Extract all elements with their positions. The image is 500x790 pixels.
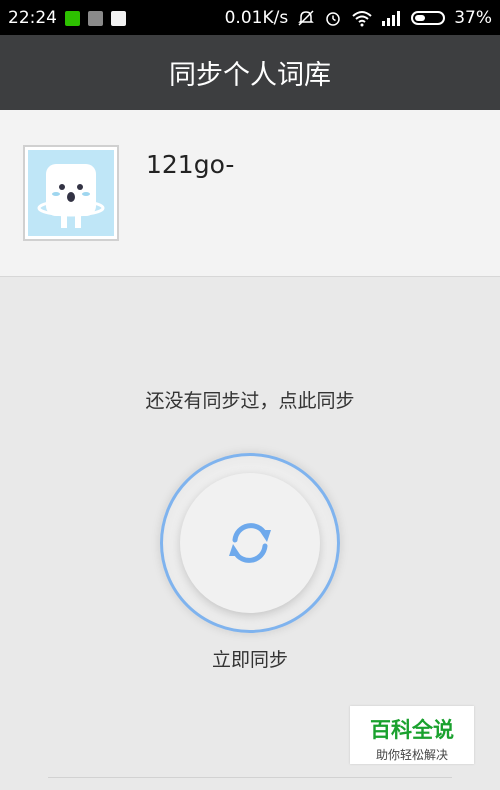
gallery-icon xyxy=(88,10,103,26)
network-speed: 0.01K/s xyxy=(224,8,289,28)
avatar-image xyxy=(28,150,114,236)
qq-icon xyxy=(111,10,126,26)
sync-button-inner[interactable] xyxy=(180,473,320,613)
status-left: 22:24 xyxy=(8,8,126,28)
wifi-icon xyxy=(352,11,372,27)
battery-percent: 37% xyxy=(454,8,492,28)
sync-icon xyxy=(229,523,271,563)
bottom-divider xyxy=(48,777,452,778)
wechat-icon xyxy=(65,10,80,26)
watermark-subtitle: 助你轻松解决 xyxy=(375,748,448,762)
mascot-icon xyxy=(28,150,114,236)
status-bar: 22:24 0.01K/s 37% xyxy=(0,0,500,35)
profile-section: 121go- xyxy=(0,110,500,277)
status-right: 0.01K/s 37% xyxy=(225,8,492,28)
status-time: 22:24 xyxy=(8,8,57,28)
watermark-logo: 百科全说 助你轻松解决 xyxy=(350,706,474,764)
sync-label[interactable]: 立即同步 xyxy=(0,645,500,672)
battery-fill xyxy=(415,15,426,21)
sync-prompt[interactable]: 还没有同步过，点此同步 xyxy=(0,386,500,413)
avatar xyxy=(23,145,119,241)
battery-icon xyxy=(411,11,446,25)
sync-button[interactable] xyxy=(160,453,340,633)
mute-icon xyxy=(298,10,315,26)
alarm-icon xyxy=(326,12,340,26)
username: 121go- xyxy=(146,150,235,179)
page-title: 同步个人词库 xyxy=(169,60,331,91)
watermark-title: 百科全说 xyxy=(370,718,454,742)
signal-icon xyxy=(382,11,401,26)
title-bar: 同步个人词库 xyxy=(0,35,500,110)
